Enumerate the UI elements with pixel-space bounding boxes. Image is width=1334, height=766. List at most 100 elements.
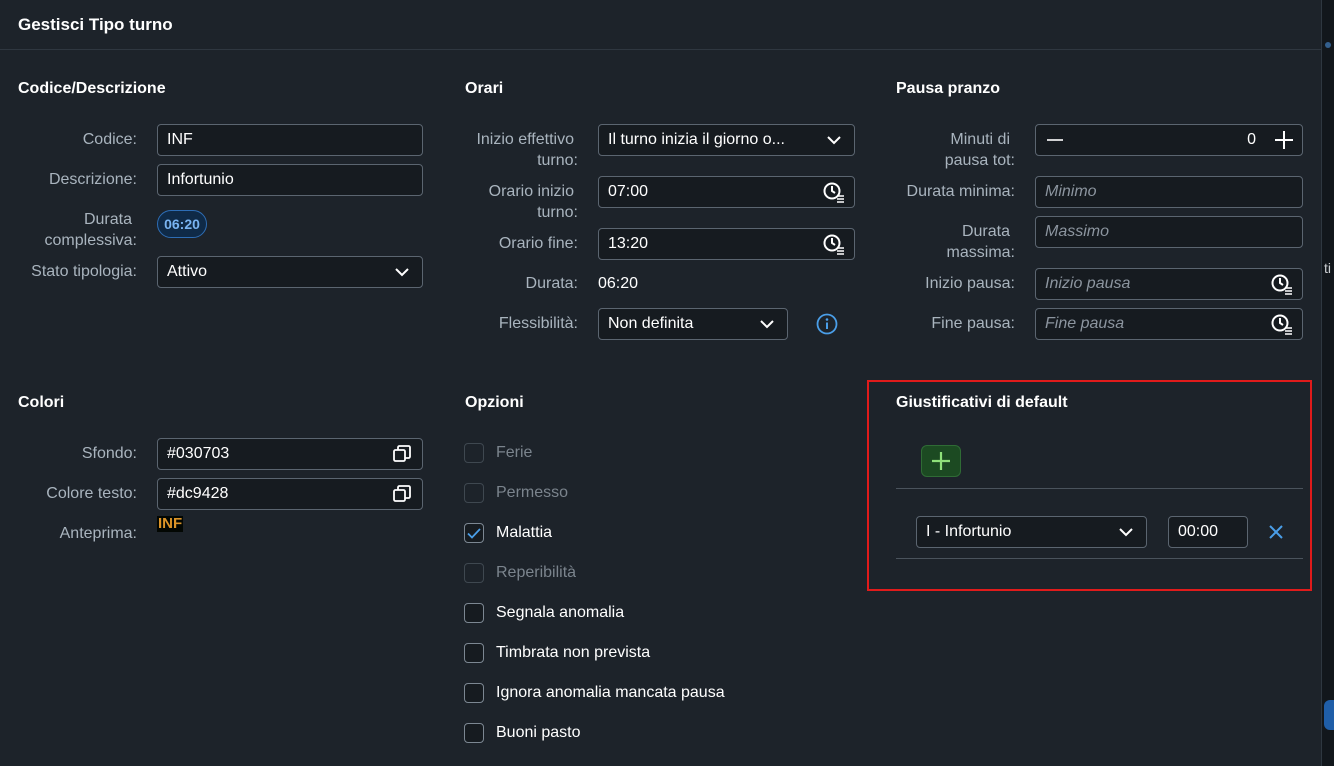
- durata-label: Durata:: [525, 275, 578, 292]
- giustificativo-time-input[interactable]: 00:00: [1168, 516, 1248, 548]
- colore-testo-label: Colore testo:: [46, 485, 137, 502]
- sfondo-input[interactable]: #030703: [157, 438, 423, 470]
- option-buoni-pasto[interactable]: Buoni pasto: [464, 723, 581, 743]
- orario-inizio-label-line2: turno:: [537, 204, 578, 221]
- option-ignora-anomalia[interactable]: Ignora anomalia mancata pausa: [464, 683, 725, 703]
- durata-minima-label: Durata minima:: [906, 183, 1015, 200]
- option-label: Permesso: [496, 484, 569, 501]
- codice-input[interactable]: INF: [157, 124, 423, 156]
- option-segnala-anomalia[interactable]: Segnala anomalia: [464, 603, 624, 623]
- orario-inizio-value: 07:00: [608, 183, 649, 200]
- checkbox[interactable]: [464, 443, 484, 463]
- info-icon[interactable]: [816, 313, 838, 335]
- decrement-button[interactable]: [1036, 139, 1074, 141]
- colore-testo-input[interactable]: #dc9428: [157, 478, 423, 510]
- flessibilita-label: Flessibilità:: [498, 315, 578, 332]
- increment-button[interactable]: [1266, 131, 1302, 149]
- minuti-pausa-stepper[interactable]: 0: [1035, 124, 1303, 156]
- durata-massima-label-line1: Durata: [961, 223, 1010, 240]
- section-title-opzioni: Opzioni: [465, 394, 524, 411]
- section-title-orari: Orari: [465, 80, 504, 97]
- fine-pausa-input[interactable]: Fine pausa: [1035, 308, 1303, 340]
- anteprima-label: Anteprima:: [59, 525, 137, 542]
- codice-label: Codice:: [82, 131, 137, 148]
- inizio-effettivo-label-line2: turno:: [537, 152, 578, 169]
- chevron-down-icon: [756, 313, 778, 335]
- option-label: Ignora anomalia mancata pausa: [496, 684, 725, 701]
- checkbox[interactable]: [464, 683, 484, 703]
- checkmark-icon: [467, 527, 481, 539]
- descrizione-label: Descrizione:: [48, 171, 137, 188]
- option-timbrata-non-prevista[interactable]: Timbrata non prevista: [464, 643, 650, 663]
- chevron-down-icon: [391, 261, 413, 283]
- copy-icon[interactable]: [391, 443, 413, 465]
- orario-inizio-input[interactable]: 07:00: [598, 176, 855, 208]
- section-title-giustificativi: Giustificativi di default: [896, 394, 1068, 411]
- option-reperibilita[interactable]: Reperibilità: [464, 563, 576, 583]
- color-preview: INF: [157, 515, 184, 532]
- orario-fine-input[interactable]: 13:20: [598, 228, 855, 260]
- time-picker-icon[interactable]: [823, 233, 845, 255]
- durata-value: 06:20: [598, 275, 639, 292]
- durata-complessiva-label-line2: complessiva:: [44, 232, 137, 249]
- minuti-pausa-label-line2: pausa tot:: [944, 152, 1015, 169]
- durata-minima-placeholder: Minimo: [1045, 183, 1097, 200]
- colore-testo-value: #dc9428: [167, 485, 229, 502]
- list-divider-top: [896, 488, 1303, 489]
- durata-complessiva-badge: 06:20: [157, 210, 207, 238]
- orario-inizio-label-line1: Orario inizio: [488, 183, 574, 200]
- option-label: Ferie: [496, 444, 533, 461]
- durata-minima-input[interactable]: Minimo: [1035, 176, 1303, 208]
- dialog-title: Gestisci Tipo turno: [18, 14, 173, 34]
- time-picker-icon[interactable]: [1271, 273, 1293, 295]
- option-label: Buoni pasto: [496, 724, 581, 741]
- giustificativo-value: I - Infortunio: [926, 523, 1012, 540]
- checkbox-checked[interactable]: [464, 523, 484, 543]
- inizio-pausa-label: Inizio pausa:: [925, 275, 1015, 292]
- giustificativo-select[interactable]: I - Infortunio: [916, 516, 1147, 548]
- remove-row-close-icon[interactable]: [1264, 520, 1288, 544]
- option-ferie[interactable]: Ferie: [464, 443, 532, 463]
- option-permesso[interactable]: Permesso: [464, 483, 568, 503]
- list-divider-bottom: [896, 558, 1303, 559]
- sfondo-label: Sfondo:: [81, 445, 137, 462]
- chevron-down-icon: [823, 129, 845, 151]
- inizio-effettivo-value: Il turno inizia il giorno o...: [608, 131, 785, 148]
- checkbox[interactable]: [464, 483, 484, 503]
- chevron-down-icon: [1115, 521, 1137, 543]
- orario-fine-value: 13:20: [608, 235, 649, 252]
- dialog-header: Gestisci Tipo turno: [0, 0, 1321, 50]
- durata-massima-input[interactable]: Massimo: [1035, 216, 1303, 248]
- plus-icon: [932, 452, 950, 470]
- durata-massima-placeholder: Massimo: [1045, 223, 1110, 240]
- copy-icon[interactable]: [391, 483, 413, 505]
- inizio-pausa-input[interactable]: Inizio pausa: [1035, 268, 1303, 300]
- descrizione-input[interactable]: Infortunio: [157, 164, 423, 196]
- inizio-effettivo-label-line1: Inizio effettivo: [476, 131, 574, 148]
- section-title-codice: Codice/Descrizione: [18, 80, 166, 97]
- inizio-effettivo-select[interactable]: Il turno inizia il giorno o...: [598, 124, 855, 156]
- checkbox[interactable]: [464, 603, 484, 623]
- add-giustificativo-button[interactable]: [921, 445, 961, 477]
- manage-shift-type-dialog: Gestisci Tipo turno Codice/Descrizione C…: [0, 0, 1322, 766]
- fine-pausa-placeholder: Fine pausa: [1045, 315, 1125, 332]
- background-window-edge: ti: [1322, 0, 1334, 766]
- checkbox[interactable]: [464, 563, 484, 583]
- time-picker-icon[interactable]: [823, 181, 845, 203]
- checkbox[interactable]: [464, 643, 484, 663]
- stato-tipologia-select[interactable]: Attivo: [157, 256, 423, 288]
- edge-indicator-dot: [1325, 42, 1331, 48]
- edge-text-fragment: ti: [1324, 260, 1331, 276]
- time-picker-icon[interactable]: [1271, 313, 1293, 335]
- stato-tipologia-value: Attivo: [167, 263, 208, 280]
- checkbox[interactable]: [464, 723, 484, 743]
- option-malattia[interactable]: Malattia: [464, 523, 552, 543]
- option-label: Timbrata non prevista: [496, 644, 651, 661]
- durata-complessiva-label-line1: Durata: [83, 211, 132, 228]
- edge-blue-shape: [1324, 700, 1334, 730]
- sfondo-value: #030703: [167, 445, 230, 462]
- section-title-pausa: Pausa pranzo: [896, 80, 1001, 97]
- orario-fine-label: Orario fine:: [498, 235, 578, 252]
- flessibilita-select[interactable]: Non definita: [598, 308, 788, 340]
- flessibilita-value: Non definita: [608, 315, 694, 332]
